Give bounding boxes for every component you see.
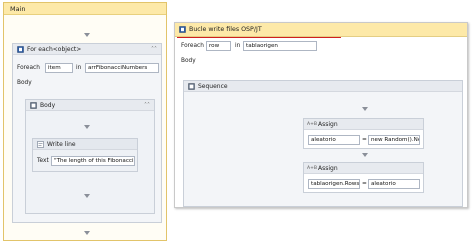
foreach-collection-field[interactable]: arrFibonacciNumbers xyxy=(85,63,159,73)
main-workflow-panel: Main For each<object> ˄˄ Foreach item in… xyxy=(3,2,167,241)
assign-title: Assign xyxy=(318,165,338,172)
main-title: Main xyxy=(10,5,26,13)
assign-icon: A+B xyxy=(307,122,317,127)
foreach-label: Foreach xyxy=(181,43,204,49)
sequence-icon xyxy=(188,83,195,90)
foreach-collection-field[interactable]: tablaorigen xyxy=(243,41,317,51)
assign-operator: = xyxy=(362,181,367,187)
flow-arrow xyxy=(84,231,90,235)
collapse-chevron-icon[interactable]: ˄˄ xyxy=(144,102,150,109)
title-accent-underline xyxy=(177,37,341,38)
in-label: in xyxy=(76,65,82,71)
flow-arrow xyxy=(84,33,90,37)
foreach-icon xyxy=(179,26,186,33)
main-header[interactable]: Main xyxy=(4,3,166,15)
body-label: Body xyxy=(17,80,32,86)
foreach-item-field[interactable]: item xyxy=(45,63,73,73)
in-label: in xyxy=(235,43,241,49)
foreach-icon xyxy=(17,46,24,53)
flow-arrow xyxy=(84,194,90,198)
assign-left-field[interactable]: tablaorigen.Rows(i xyxy=(308,179,360,189)
write-line-text-field[interactable]: "The length of this Fibonacci xyxy=(51,156,135,166)
text-label: Text xyxy=(37,158,49,164)
assign-title: Assign xyxy=(318,121,338,128)
sequence-header[interactable]: Sequence xyxy=(184,81,462,92)
assign-right-field[interactable]: new Random().Ne: xyxy=(368,135,420,145)
flow-arrow xyxy=(362,153,368,157)
body-label: Body xyxy=(181,58,196,64)
body-block[interactable]: Body ˄˄ Write line Text "The length of t… xyxy=(25,99,155,214)
flow-arrow xyxy=(362,107,368,111)
foreach-activity[interactable]: For each<object> ˄˄ Foreach item in arrF… xyxy=(12,43,162,223)
body-block-header[interactable]: Body ˄˄ xyxy=(26,100,154,111)
foreach-item-field[interactable]: row xyxy=(206,41,231,51)
assign-header[interactable]: A+B Assign xyxy=(304,163,423,174)
foreach-label: Foreach xyxy=(17,65,40,71)
write-line-header[interactable]: Write line xyxy=(33,139,137,150)
collapse-chevron-icon[interactable]: ˄˄ xyxy=(151,46,157,53)
bucle-header[interactable]: Bucle write files OSP/JT xyxy=(175,23,467,37)
assign-operator: = xyxy=(362,137,367,143)
sequence-title: Sequence xyxy=(198,83,228,90)
sequence-activity[interactable]: Sequence A+B Assign aleatorio = new Rand… xyxy=(183,80,463,207)
assign-activity[interactable]: A+B Assign aleatorio = new Random().Ne: xyxy=(303,118,424,149)
bucle-title: Bucle write files OSP/JT xyxy=(189,26,262,33)
assign-right-field[interactable]: aleatorio xyxy=(368,179,420,189)
assign-header[interactable]: A+B Assign xyxy=(304,119,423,130)
write-line-title: Write line xyxy=(47,141,76,148)
foreach-header[interactable]: For each<object> ˄˄ xyxy=(13,44,161,55)
body-icon xyxy=(30,102,37,109)
body-block-title: Body xyxy=(40,102,56,109)
assign-left-field[interactable]: aleatorio xyxy=(308,135,360,145)
flow-arrow xyxy=(84,125,90,129)
write-line-icon xyxy=(37,141,44,148)
foreach-row-panel[interactable]: Bucle write files OSP/JT Foreach row in … xyxy=(174,22,468,208)
write-line-activity[interactable]: Write line Text "The length of this Fibo… xyxy=(32,138,138,172)
foreach-title: For each<object> xyxy=(27,46,82,53)
assign-icon: A+B xyxy=(307,166,317,171)
assign-activity[interactable]: A+B Assign tablaorigen.Rows(i = aleatori… xyxy=(303,162,424,193)
